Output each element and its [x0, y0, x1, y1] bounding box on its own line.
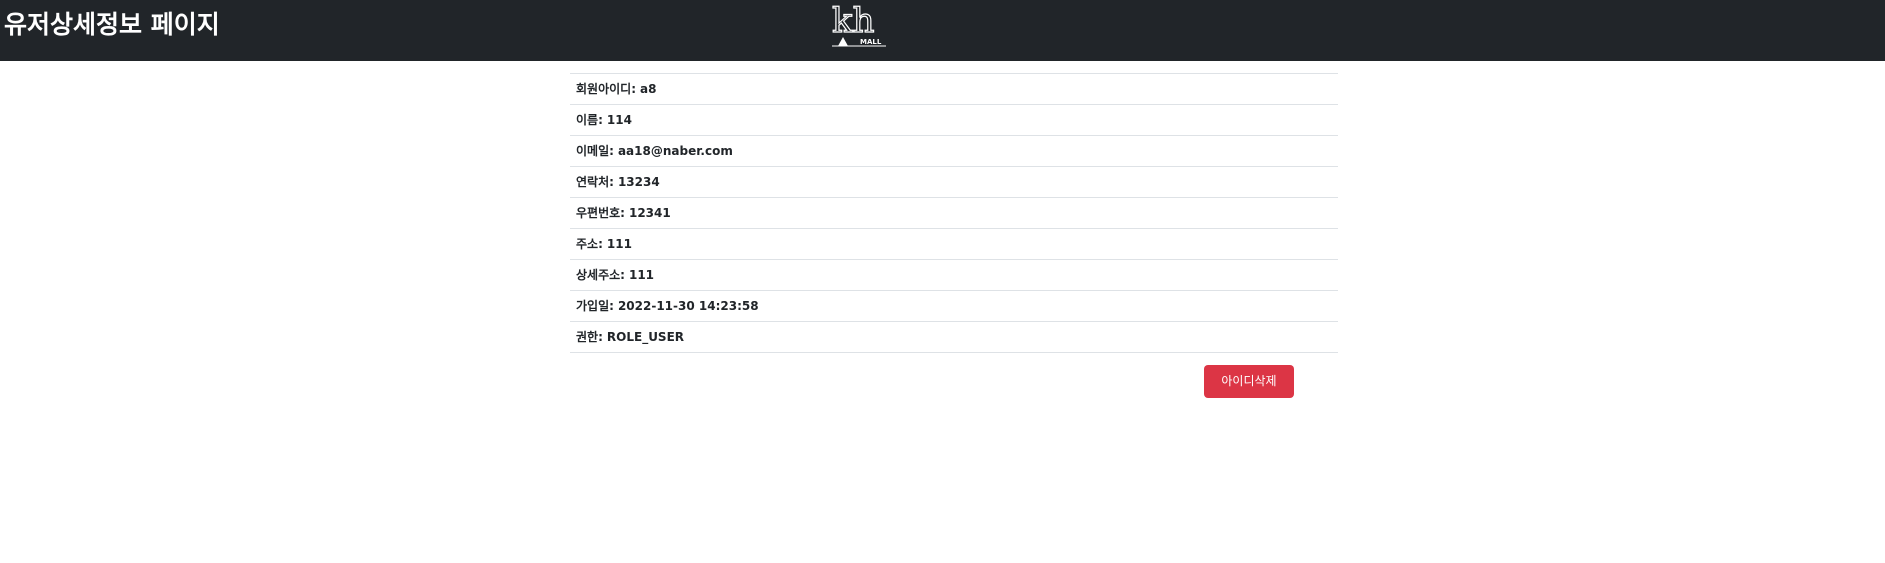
detail-row-postal-code: 우편번호: 12341	[570, 198, 1338, 229]
detail-row-name: 이름: 114	[570, 105, 1338, 136]
detail-row-address: 주소: 111	[570, 229, 1338, 260]
detail-value: 2022-11-30 14:23:58	[617, 299, 759, 313]
logo-letters: kh	[832, 2, 875, 41]
detail-value: 12341	[628, 206, 671, 220]
detail-value: 114	[606, 113, 632, 127]
detail-value: a8	[640, 82, 657, 96]
delete-id-button[interactable]: 아이디삭제	[1204, 365, 1294, 398]
detail-label: 가입일	[576, 299, 610, 313]
detail-row-role: 권한: ROLE_USER	[570, 322, 1338, 353]
detail-row-address-detail: 상세주소: 111	[570, 260, 1338, 291]
top-navbar: 유저상세정보 페이지 kh MALL	[0, 0, 1885, 61]
detail-label: 연락처	[576, 175, 610, 189]
kh-mall-logo-icon[interactable]: kh MALL	[830, 2, 888, 48]
detail-label: 권한	[576, 330, 599, 344]
detail-row-join-date: 가입일: 2022-11-30 14:23:58	[570, 291, 1338, 322]
detail-value: aa18@naber.com	[617, 144, 733, 158]
logo-subtext: MALL	[860, 38, 882, 46]
detail-value: ROLE_USER	[606, 330, 685, 344]
detail-row-phone: 연락처: 13234	[570, 167, 1338, 198]
detail-value: 111	[606, 237, 632, 251]
detail-label: 우편번호	[576, 206, 621, 220]
detail-value: 13234	[617, 175, 660, 189]
page-title: 유저상세정보 페이지	[4, 10, 220, 39]
detail-label: 이메일	[576, 144, 610, 158]
detail-label: 이름	[576, 113, 599, 127]
user-detail-list: 회원아이디: a8 이름: 114 이메일: aa18@naber.com 연락처: 1…	[570, 73, 1338, 353]
detail-row-email: 이메일: aa18@naber.com	[570, 136, 1338, 167]
detail-label: 회원아이디	[576, 82, 632, 96]
detail-label: 주소	[576, 237, 599, 251]
detail-row-user-id: 회원아이디: a8	[570, 74, 1338, 105]
detail-value: 111	[628, 268, 655, 282]
detail-label: 상세주소	[576, 268, 621, 282]
